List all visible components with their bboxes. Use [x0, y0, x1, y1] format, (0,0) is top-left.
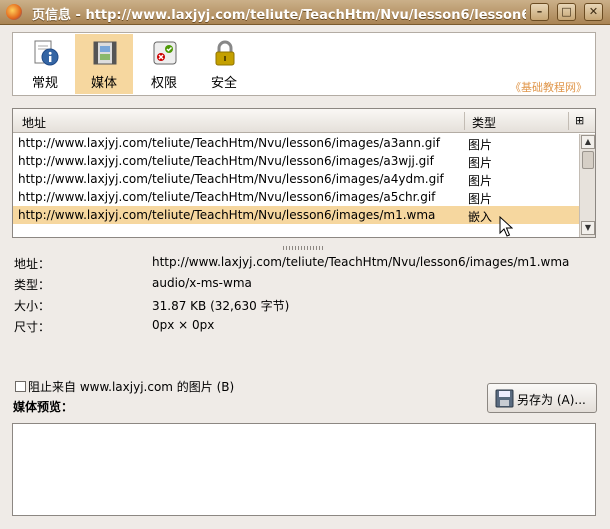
row-url: http://www.laxjyj.com/teliute/TeachHtm/N…: [18, 136, 440, 150]
tab-media-label: 媒体: [90, 76, 117, 91]
dimensions-value: 0px × 0px: [152, 318, 215, 332]
column-divider[interactable]: [464, 112, 465, 130]
list-row[interactable]: http://www.laxjyj.com/teliute/TeachHtm/N…: [13, 188, 579, 206]
title-bar[interactable]: 页信息 - http://www.laxjyj.com/teliute/Teac…: [0, 0, 610, 25]
close-button[interactable]: ✕: [584, 3, 603, 21]
detail-address-row: 地址： http://www.laxjyj.com/teliute/TeachH…: [14, 254, 604, 275]
column-header-address[interactable]: 地址: [22, 114, 46, 131]
window-title: 页信息 - http://www.laxjyj.com/teliute/Teac…: [32, 8, 526, 23]
column-header-type[interactable]: 类型: [472, 114, 496, 131]
tab-permissions-label: 权限: [150, 76, 177, 91]
tab-general[interactable]: 常规: [16, 34, 74, 94]
media-preview-pane: [12, 423, 596, 516]
tab-general-label: 常规: [31, 76, 58, 91]
list-row-selected[interactable]: http://www.laxjyj.com/teliute/TeachHtm/N…: [13, 206, 579, 224]
tab-security[interactable]: 安全: [195, 34, 253, 94]
lock-icon: [215, 40, 235, 66]
list-header: 地址 类型 ⊞: [13, 109, 595, 133]
tab-media[interactable]: 媒体: [75, 34, 133, 94]
size-label: 大小：: [14, 299, 51, 313]
media-details: 地址： http://www.laxjyj.com/teliute/TeachH…: [14, 254, 604, 338]
save-as-label: 另存为 (A)...: [517, 393, 586, 407]
row-type: 图片: [468, 138, 493, 152]
firefox-icon: [6, 4, 22, 20]
page-info-toolbar: 常规 媒体 权限 安全 《基础教程网》: [12, 32, 596, 96]
dimensions-label: 尺寸：: [14, 320, 51, 334]
scroll-down-icon[interactable]: ▼: [581, 221, 595, 235]
watermark-text: 《基础教程网》: [510, 81, 587, 94]
list-row[interactable]: http://www.laxjyj.com/teliute/TeachHtm/N…: [13, 170, 579, 188]
block-images-label: 阻止来自 www.laxjyj.com 的图片 (B): [28, 380, 235, 394]
row-url: http://www.laxjyj.com/teliute/TeachHtm/N…: [18, 172, 444, 186]
list-row[interactable]: http://www.laxjyj.com/teliute/TeachHtm/N…: [13, 152, 579, 170]
column-divider[interactable]: [568, 112, 569, 130]
scroll-up-icon[interactable]: ▲: [581, 135, 595, 149]
list-scrollbar[interactable]: ▲ ▼: [579, 134, 595, 237]
address-label: 地址：: [14, 257, 51, 271]
mouse-cursor-icon: [499, 216, 513, 237]
row-url: http://www.laxjyj.com/teliute/TeachHtm/N…: [18, 154, 434, 168]
tab-security-label: 安全: [210, 76, 237, 91]
size-value: 31.87 KB (32,630 字节): [152, 299, 290, 313]
scroll-thumb[interactable]: [582, 151, 594, 169]
column-picker-icon[interactable]: ⊞: [575, 114, 584, 127]
save-as-button[interactable]: 另存为 (A)...: [487, 383, 597, 413]
permissions-icon: [153, 41, 177, 65]
detail-size-row: 大小： 31.87 KB (32,630 字节): [14, 296, 604, 317]
row-type: 图片: [468, 174, 493, 188]
detail-type-row: 类型： audio/x-ms-wma: [14, 275, 604, 296]
media-preview-label: 媒体预览：: [13, 400, 74, 414]
row-type: 图片: [468, 156, 493, 170]
checkbox-box[interactable]: [15, 381, 26, 392]
maximize-button[interactable]: □: [557, 3, 576, 21]
floppy-disk-icon: [495, 389, 514, 408]
list-rows: http://www.laxjyj.com/teliute/TeachHtm/N…: [13, 134, 579, 224]
minimize-button[interactable]: –: [530, 3, 549, 21]
media-icon: [93, 41, 117, 65]
row-url: http://www.laxjyj.com/teliute/TeachHtm/N…: [18, 208, 436, 222]
list-row[interactable]: http://www.laxjyj.com/teliute/TeachHtm/N…: [13, 134, 579, 152]
detail-dimensions-row: 尺寸： 0px × 0px: [14, 317, 604, 338]
address-value: http://www.laxjyj.com/teliute/TeachHtm/N…: [152, 255, 570, 269]
block-images-checkbox[interactable]: 阻止来自 www.laxjyj.com 的图片 (B): [15, 378, 234, 395]
row-type: 图片: [468, 192, 493, 206]
tab-permissions[interactable]: 权限: [135, 34, 193, 94]
splitter-grip[interactable]: [283, 246, 325, 250]
type-label: 类型：: [14, 278, 51, 292]
row-url: http://www.laxjyj.com/teliute/TeachHtm/N…: [18, 190, 436, 204]
row-type: 嵌入: [468, 210, 493, 224]
info-page-icon: [34, 40, 59, 66]
type-value: audio/x-ms-wma: [152, 276, 252, 290]
